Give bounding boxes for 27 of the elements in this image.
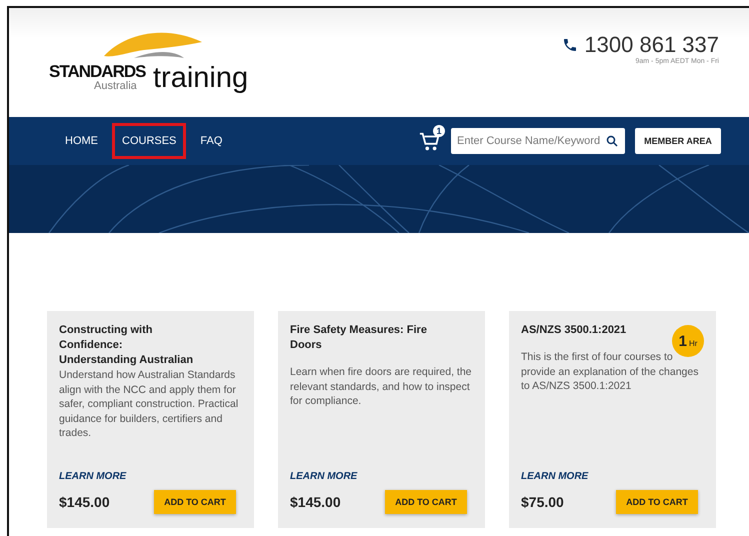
course-title: AS/NZS 3500.1:2021 (521, 323, 628, 338)
nav-link[interactable]: COURSES (112, 123, 186, 159)
course-price: $145.00 (59, 494, 110, 510)
course-price: $75.00 (521, 494, 564, 510)
course-description: Understand how Australian Standards align with the NCC and apply them for safer, compliant construction. Practical guidance for builders, certifiers and trades. (59, 368, 240, 440)
search-icon[interactable] (606, 135, 618, 147)
phone-number: 1300 861 337 (584, 32, 719, 58)
learn-more-link[interactable]: LEARN MORE (290, 471, 473, 482)
nav-link[interactable]: FAQ (190, 123, 232, 159)
logo-product: training (153, 62, 248, 94)
phone-icon (562, 37, 578, 53)
member-area-button[interactable]: MEMBER AREA (635, 128, 721, 154)
learn-more-link[interactable]: LEARN MORE (521, 471, 704, 482)
learn-more-link[interactable]: LEARN MORE (59, 471, 242, 482)
course-description: Learn when fire doors are required, the relevant standards, and how to inspect for compliance. (290, 365, 473, 408)
course-title: Fire Safety Measures: Fire Doors (290, 323, 428, 353)
search-field[interactable]: Enter Course Name/Keyword (451, 128, 625, 154)
add-to-cart-button[interactable]: ADD TO CART (154, 490, 236, 514)
nav-link[interactable]: HOME (55, 123, 108, 159)
course-price: $145.00 (290, 494, 341, 510)
add-to-cart-button[interactable]: ADD TO CART (616, 490, 698, 514)
cart-count: 1 (433, 125, 445, 137)
add-to-cart-button[interactable]: ADD TO CART (385, 490, 467, 514)
logo-region: Australia (94, 80, 137, 92)
duration-badge: 1 Hr (672, 325, 704, 357)
course-title: Constructing with Confidence: Understanding Australian (59, 323, 194, 368)
logo-brand: STANDARDS (49, 62, 146, 81)
